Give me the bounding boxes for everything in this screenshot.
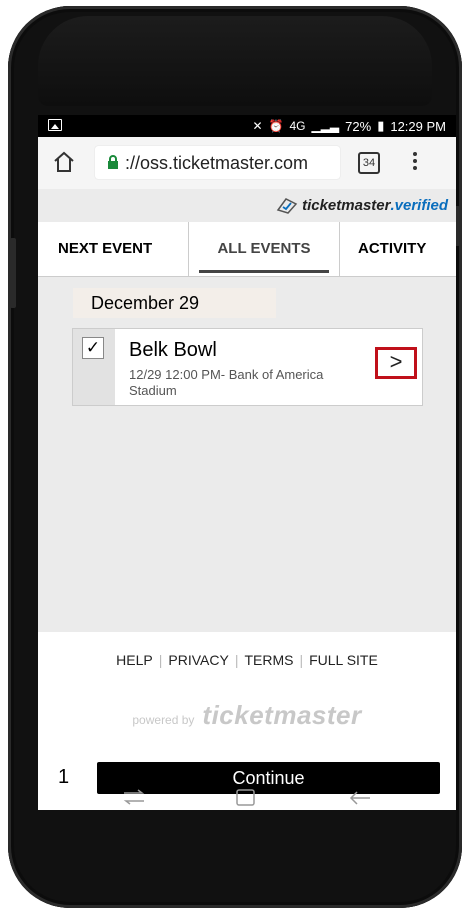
clock-time: 12:29 PM <box>390 118 446 134</box>
browser-toolbar: ://oss.ticketmaster.com 34 <box>38 137 456 189</box>
lock-icon <box>108 155 118 169</box>
ticket-quantity: 1 <box>58 766 70 788</box>
address-bar[interactable]: ://oss.ticketmaster.com <box>95 146 340 179</box>
event-checkbox[interactable]: ✓ <box>82 337 104 359</box>
phone-screen: ✕ ⏰ 4G ▁▂▃ 72% ▮ 12:29 PM ://oss.ticketm… <box>38 115 456 810</box>
checkbox-column: ✓ <box>73 329 115 405</box>
ticketmaster-logo-text: ticketmaster <box>202 700 362 730</box>
events-list: December 29 ✓ Belk Bowl 12/29 12:00 PM- … <box>38 277 456 632</box>
ticketmaster-verified-logo: ticketmaster .verified <box>276 196 448 214</box>
tab-switcher-button[interactable]: 34 <box>358 152 380 174</box>
tab-all-events-label: ALL EVENTS <box>217 240 311 257</box>
footer-link-privacy[interactable]: PRIVACY <box>168 652 228 668</box>
url-text: ://oss.ticketmaster.com <box>125 153 309 173</box>
verified-ticket-icon <box>276 198 298 214</box>
status-indicators: ✕ ⏰ 4G ▁▂▃ 72% ▮ 12:29 PM <box>252 118 446 134</box>
active-tab-indicator <box>199 270 329 273</box>
overflow-menu-icon[interactable] <box>412 151 418 173</box>
verified-brand-text: ticketmaster <box>302 196 391 214</box>
event-details-chevron-button[interactable]: > <box>375 347 417 379</box>
recent-apps-icon[interactable] <box>118 785 150 809</box>
battery-icon: ▮ <box>377 118 385 133</box>
page-footer: HELP | PRIVACY | TERMS | FULL SITE powered by t… <box>38 632 456 762</box>
footer-link-help[interactable]: HELP <box>116 652 153 668</box>
tab-activity[interactable]: ACTIVITY <box>358 222 426 276</box>
alarm-icon: ⏰ <box>268 119 284 133</box>
event-tabs: NEXT EVENT ALL EVENTS ACTIVITY <box>38 222 456 277</box>
footer-links: HELP | PRIVACY | TERMS | FULL SITE <box>116 652 378 668</box>
event-card[interactable]: ✓ Belk Bowl 12/29 12:00 PM- Bank of Amer… <box>72 328 423 406</box>
home-icon[interactable] <box>52 150 76 174</box>
battery-percent: 72% <box>345 118 372 134</box>
volume-button <box>10 238 16 308</box>
back-softkey-icon[interactable] <box>346 787 374 809</box>
date-header: December 29 <box>73 288 276 318</box>
footer-link-terms[interactable]: TERMS <box>244 652 293 668</box>
tab-next-event[interactable]: NEXT EVENT <box>58 222 152 276</box>
status-bar: ✕ ⏰ 4G ▁▂▃ 72% ▮ 12:29 PM <box>38 115 456 137</box>
signal-icon: ▁▂▃ <box>311 119 340 133</box>
phone-bezel-top <box>38 16 432 106</box>
powered-by-text: powered by <box>132 713 195 727</box>
verified-suffix: .verified <box>390 196 448 214</box>
network-icon: 4G <box>289 119 306 133</box>
event-detail: 12/29 12:00 PM- Bank of America Stadium <box>129 367 324 398</box>
image-notification-icon <box>48 119 62 131</box>
home-softkey-icon[interactable] <box>234 787 258 809</box>
chevron-right-icon: > <box>389 349 403 374</box>
brand-banner: ticketmaster .verified <box>38 189 456 222</box>
event-name: Belk Bowl <box>129 339 217 361</box>
mute-icon: ✕ <box>252 119 263 133</box>
tab-all-events[interactable]: ALL EVENTS <box>188 222 340 276</box>
footer-link-full-site[interactable]: FULL SITE <box>309 652 378 668</box>
powered-by-logo: powered by ticketmaster <box>38 700 456 731</box>
